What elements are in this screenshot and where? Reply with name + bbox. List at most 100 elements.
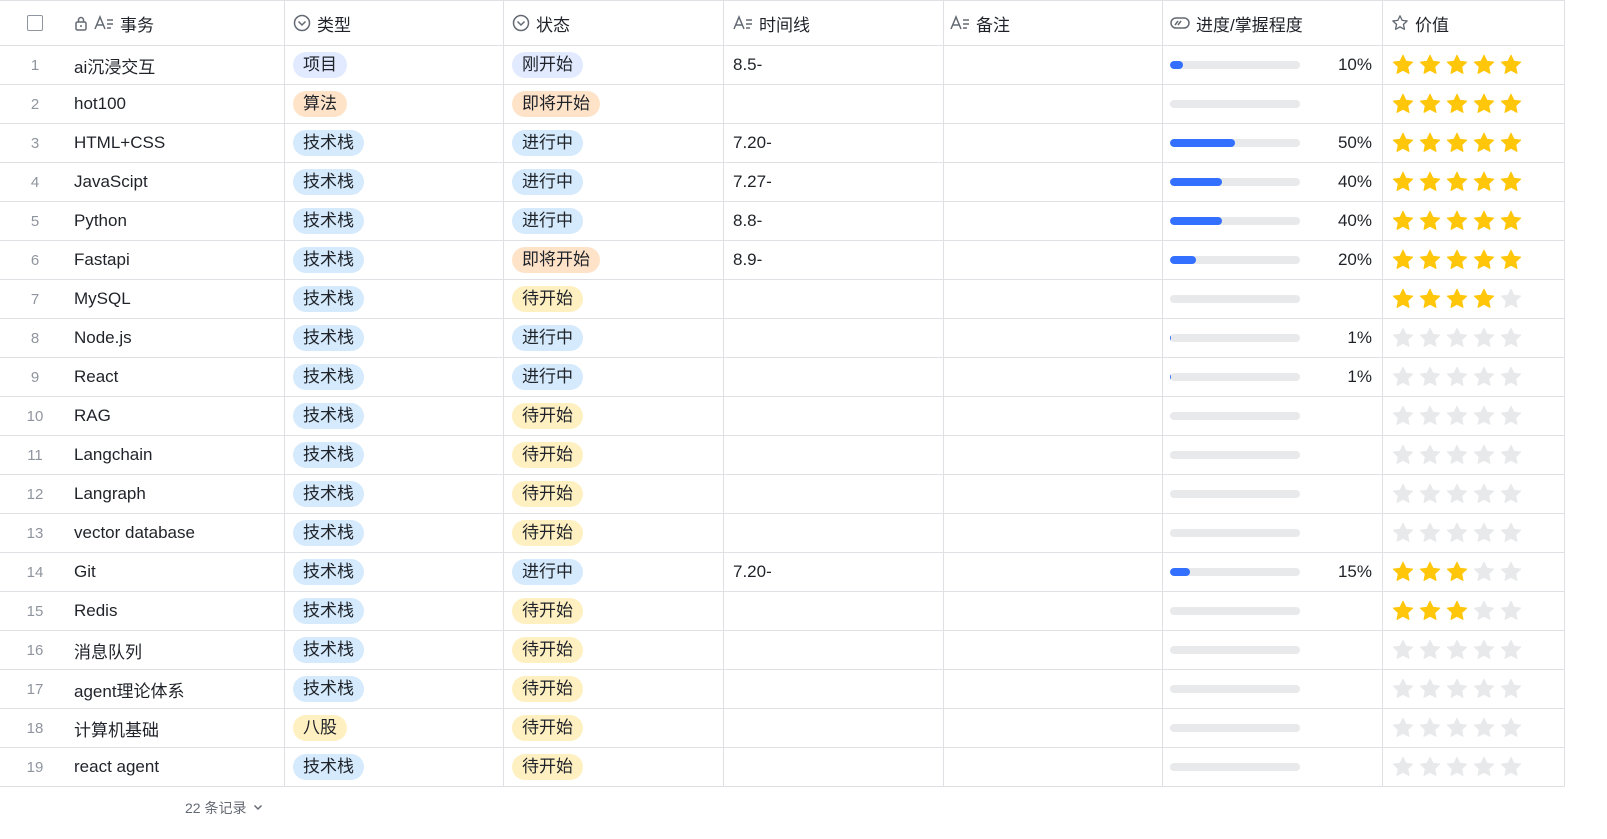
star-filled-icon[interactable] [1418,92,1442,116]
star-empty-icon[interactable] [1499,716,1523,740]
star-filled-icon[interactable] [1391,53,1415,77]
timeline-cell[interactable]: 8.5- [723,46,943,84]
progress-cell[interactable] [1162,397,1382,435]
task-cell[interactable]: RAG [70,397,284,435]
timeline-cell[interactable] [723,319,943,357]
star-empty-icon[interactable] [1418,716,1442,740]
note-cell[interactable] [943,163,1162,201]
type-cell[interactable]: 技术栈 [284,475,503,513]
star-filled-icon[interactable] [1418,287,1442,311]
star-filled-icon[interactable] [1418,131,1442,155]
task-cell[interactable]: Python [70,202,284,240]
status-cell[interactable]: 待开始 [503,514,723,552]
star-filled-icon[interactable] [1499,248,1523,272]
status-cell[interactable]: 进行中 [503,124,723,162]
type-cell[interactable]: 技术栈 [284,202,503,240]
timeline-cell[interactable]: 8.9- [723,241,943,279]
type-cell[interactable]: 八股 [284,709,503,747]
star-rating[interactable] [1391,443,1523,467]
task-cell[interactable]: HTML+CSS [70,124,284,162]
progress-cell[interactable] [1162,85,1382,123]
table-row[interactable]: 14 Git 技术栈 进行中 7.20- 15% [0,553,1565,592]
star-empty-icon[interactable] [1418,443,1442,467]
star-filled-icon[interactable] [1391,131,1415,155]
star-empty-icon[interactable] [1499,326,1523,350]
table-row[interactable]: 18 计算机基础 八股 待开始 [0,709,1565,748]
table-row[interactable]: 3 HTML+CSS 技术栈 进行中 7.20- 50% [0,124,1565,163]
star-rating[interactable] [1391,365,1523,389]
star-filled-icon[interactable] [1472,92,1496,116]
column-header-progress[interactable]: 进度/掌握程度 [1162,1,1382,45]
value-rating-cell[interactable] [1382,280,1565,318]
star-empty-icon[interactable] [1445,638,1469,662]
star-empty-icon[interactable] [1472,521,1496,545]
table-row[interactable]: 2 hot100 算法 即将开始 [0,85,1565,124]
note-cell[interactable] [943,709,1162,747]
star-empty-icon[interactable] [1472,638,1496,662]
note-cell[interactable] [943,202,1162,240]
star-empty-icon[interactable] [1445,677,1469,701]
status-cell[interactable]: 待开始 [503,592,723,630]
star-filled-icon[interactable] [1391,170,1415,194]
star-filled-icon[interactable] [1472,170,1496,194]
note-cell[interactable] [943,46,1162,84]
star-empty-icon[interactable] [1418,755,1442,779]
progress-cell[interactable] [1162,631,1382,669]
progress-cell[interactable]: 1% [1162,319,1382,357]
record-count[interactable]: 22 条记录 [185,798,264,818]
star-empty-icon[interactable] [1391,521,1415,545]
star-filled-icon[interactable] [1418,599,1442,623]
star-filled-icon[interactable] [1499,209,1523,233]
status-cell[interactable]: 进行中 [503,202,723,240]
star-empty-icon[interactable] [1472,365,1496,389]
value-rating-cell[interactable] [1382,124,1565,162]
star-empty-icon[interactable] [1472,326,1496,350]
star-filled-icon[interactable] [1391,92,1415,116]
value-rating-cell[interactable] [1382,709,1565,747]
task-cell[interactable]: hot100 [70,85,284,123]
star-empty-icon[interactable] [1391,716,1415,740]
star-empty-icon[interactable] [1391,443,1415,467]
star-filled-icon[interactable] [1499,170,1523,194]
table-row[interactable]: 17 agent理论体系 技术栈 待开始 [0,670,1565,709]
timeline-cell[interactable] [723,748,943,786]
column-header-status[interactable]: 状态 [503,1,723,45]
table-row[interactable]: 1 ai沉浸交互 项目 刚开始 8.5- 10% [0,46,1565,85]
star-filled-icon[interactable] [1418,209,1442,233]
progress-cell[interactable] [1162,514,1382,552]
column-header-timeline[interactable]: 时间线 [723,1,943,45]
star-empty-icon[interactable] [1391,365,1415,389]
star-filled-icon[interactable] [1418,248,1442,272]
star-empty-icon[interactable] [1499,482,1523,506]
star-rating[interactable] [1391,53,1523,77]
status-cell[interactable]: 待开始 [503,631,723,669]
star-empty-icon[interactable] [1499,443,1523,467]
star-filled-icon[interactable] [1499,53,1523,77]
status-cell[interactable]: 即将开始 [503,241,723,279]
star-empty-icon[interactable] [1472,716,1496,740]
task-cell[interactable]: JavaScipt [70,163,284,201]
note-cell[interactable] [943,748,1162,786]
note-cell[interactable] [943,631,1162,669]
star-filled-icon[interactable] [1391,248,1415,272]
value-rating-cell[interactable] [1382,358,1565,396]
star-filled-icon[interactable] [1499,92,1523,116]
table-row[interactable]: 6 Fastapi 技术栈 即将开始 8.9- 20% [0,241,1565,280]
status-cell[interactable]: 刚开始 [503,46,723,84]
star-filled-icon[interactable] [1445,209,1469,233]
star-rating[interactable] [1391,521,1523,545]
type-cell[interactable]: 项目 [284,46,503,84]
star-empty-icon[interactable] [1418,677,1442,701]
star-filled-icon[interactable] [1472,53,1496,77]
star-empty-icon[interactable] [1418,482,1442,506]
column-header-note[interactable]: 备注 [943,1,1162,45]
progress-cell[interactable] [1162,280,1382,318]
note-cell[interactable] [943,85,1162,123]
timeline-cell[interactable]: 7.20- [723,553,943,591]
status-cell[interactable]: 待开始 [503,280,723,318]
progress-cell[interactable]: 15% [1162,553,1382,591]
progress-cell[interactable] [1162,436,1382,474]
star-empty-icon[interactable] [1391,404,1415,428]
progress-cell[interactable]: 50% [1162,124,1382,162]
timeline-cell[interactable] [723,85,943,123]
